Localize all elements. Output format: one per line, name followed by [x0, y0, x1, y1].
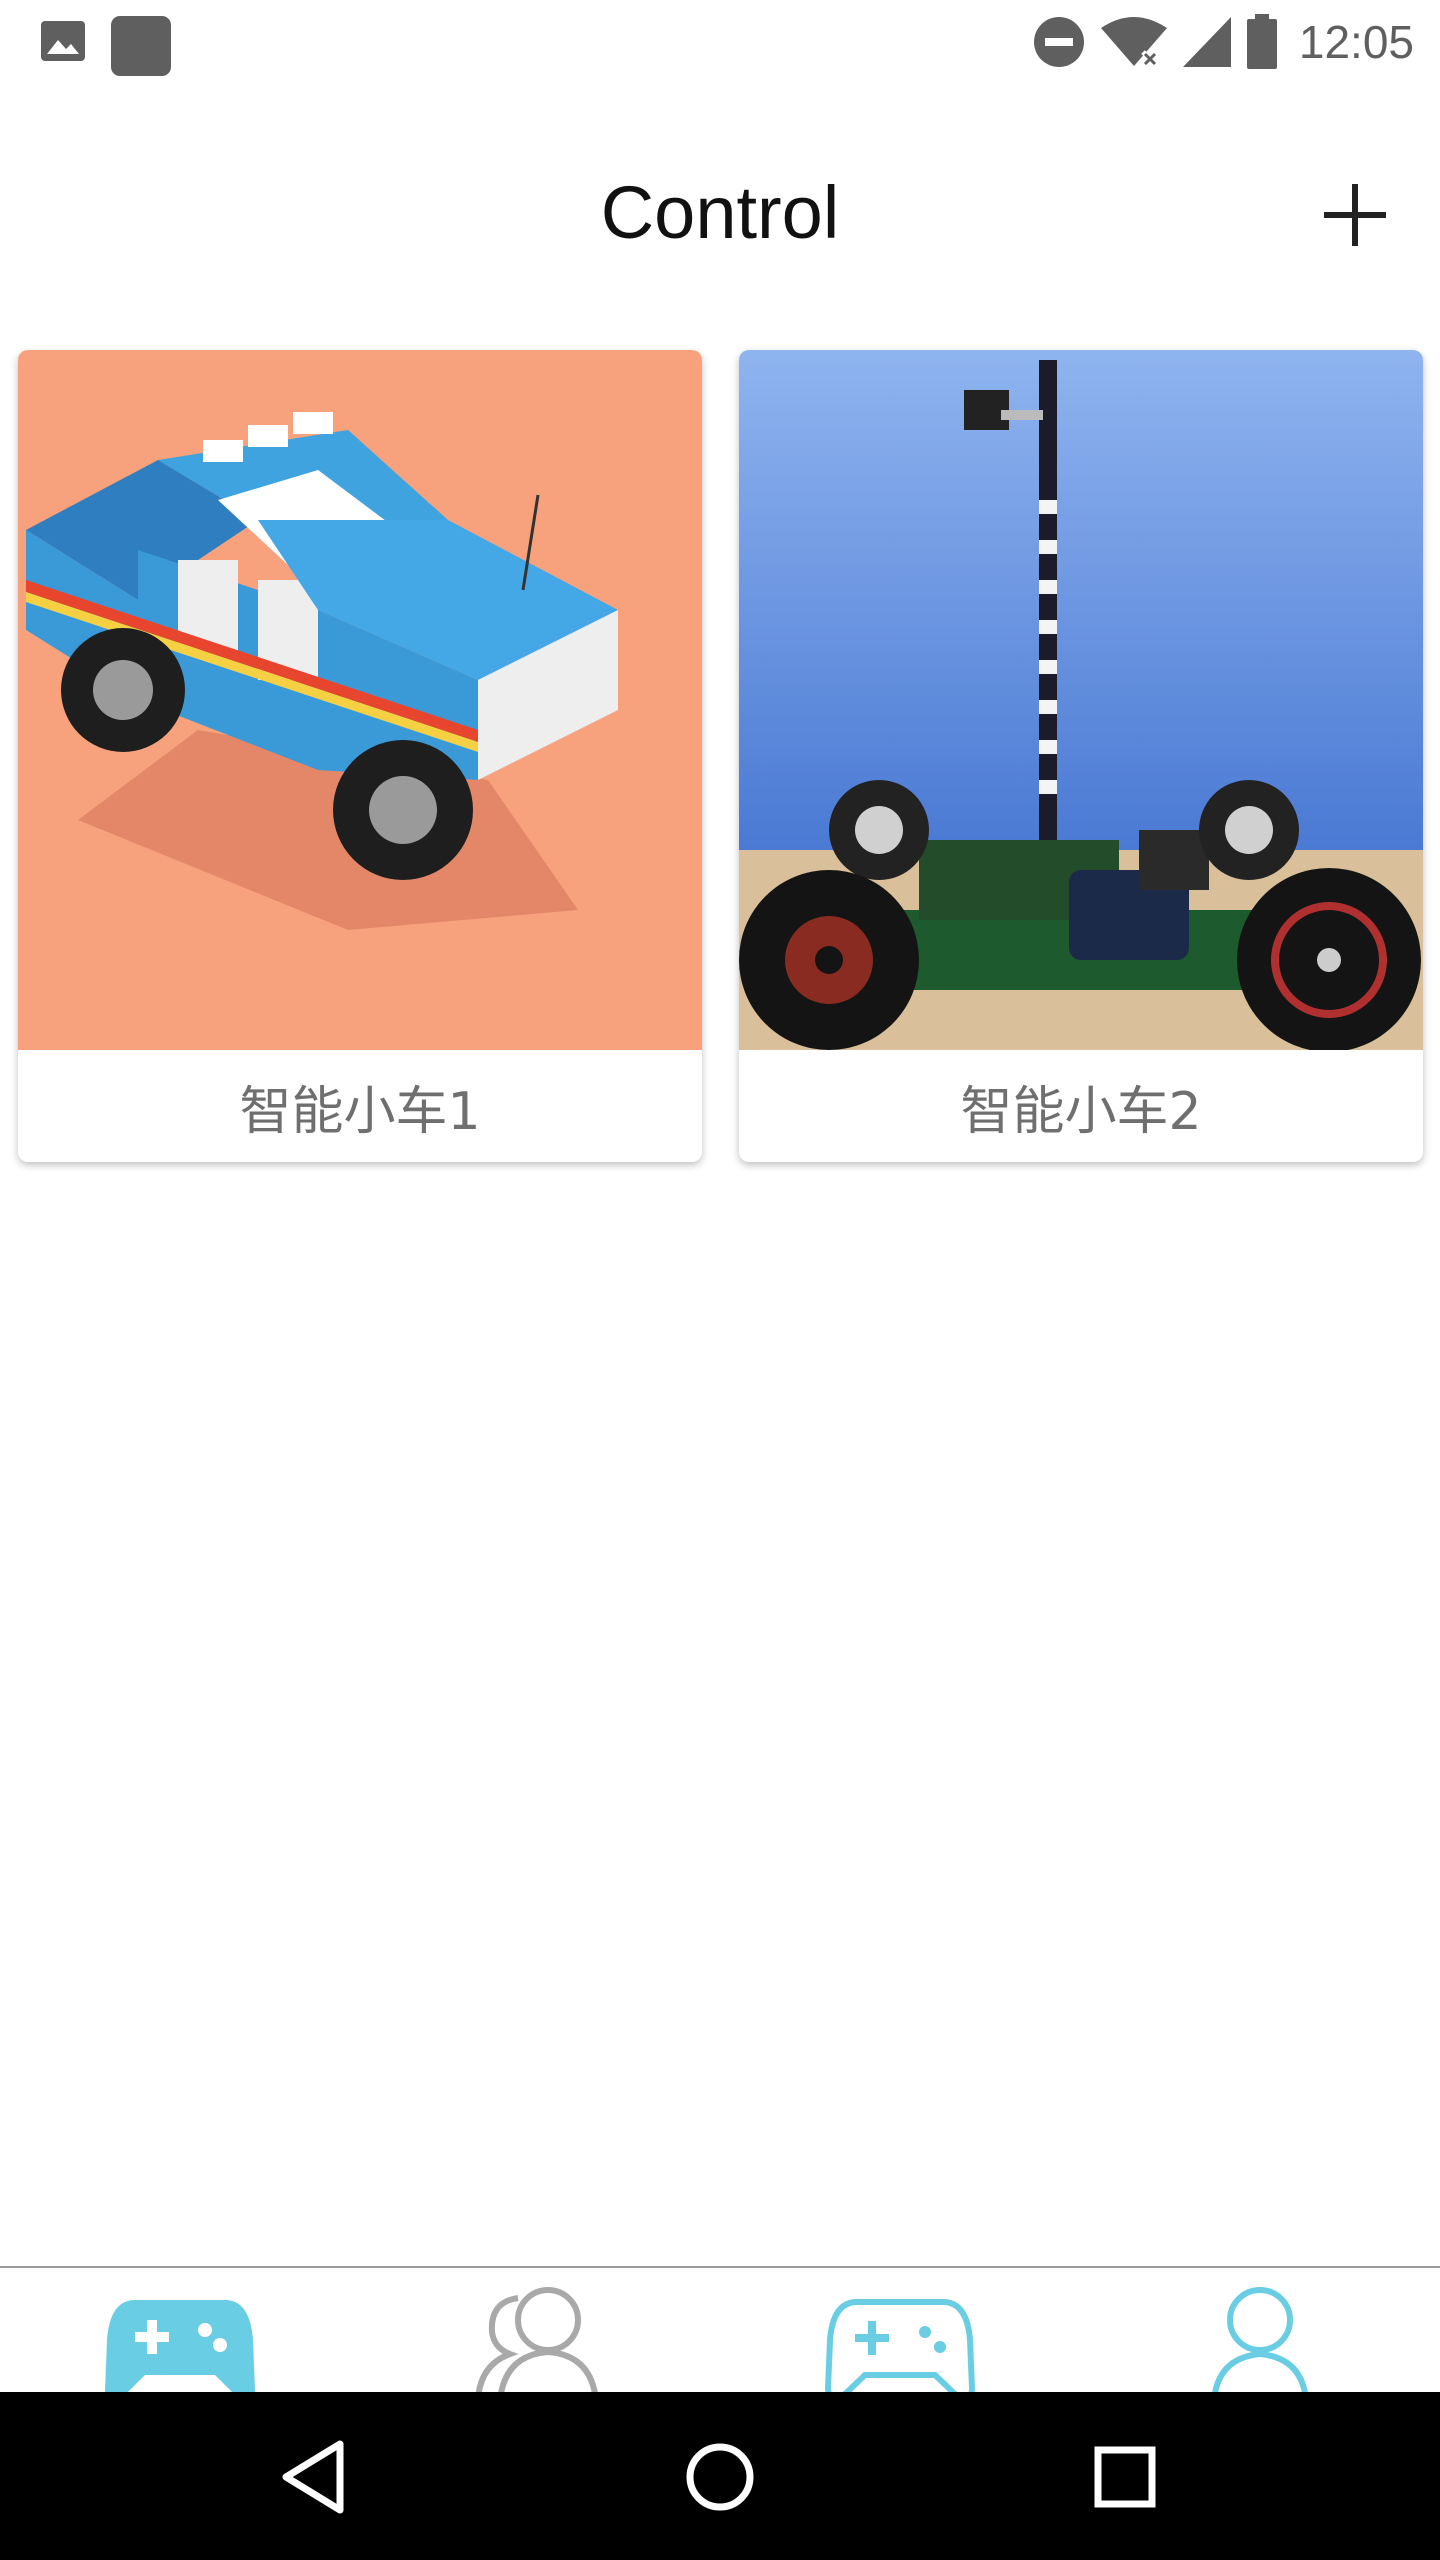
tab-users[interactable] [450, 2280, 630, 2394]
tab-control-active[interactable] [90, 2280, 270, 2394]
header: Control [0, 150, 1440, 280]
status-bar: 12:05 [0, 0, 1440, 84]
page-title: Control [600, 171, 840, 254]
device-card[interactable]: 智能小车2 [739, 350, 1423, 1162]
gamepad-outline-icon [825, 2299, 975, 2394]
tab-profile[interactable] [1170, 2280, 1350, 2394]
gamepad-filled-icon [105, 2300, 255, 2394]
bottom-tab-bar [0, 2266, 1440, 2394]
recents-icon[interactable] [1080, 2432, 1170, 2522]
robot-car-image [739, 350, 1423, 1050]
users-icon [475, 2287, 599, 2394]
device-name: 智能小车2 [960, 1081, 1202, 1142]
signal-icon [1182, 17, 1231, 67]
app-icon [111, 16, 171, 76]
tab-control[interactable] [810, 2280, 990, 2394]
device-card[interactable]: 智能小车1 [18, 350, 702, 1162]
plus-icon[interactable] [1320, 180, 1390, 250]
back-icon[interactable] [270, 2432, 360, 2522]
toy-truck-image [18, 350, 702, 1050]
home-icon[interactable] [675, 2432, 765, 2522]
do-not-disturb-icon [1033, 17, 1084, 67]
status-left [38, 16, 172, 78]
image-icon [41, 21, 85, 61]
status-right: 12:05 [1031, 14, 1414, 70]
device-name: 智能小车1 [239, 1081, 481, 1142]
battery-icon [1246, 14, 1277, 69]
user-icon [1211, 2287, 1309, 2394]
status-time: 12:05 [1298, 16, 1414, 68]
android-nav-bar [0, 2392, 1440, 2560]
wifi-icon [1100, 17, 1167, 68]
